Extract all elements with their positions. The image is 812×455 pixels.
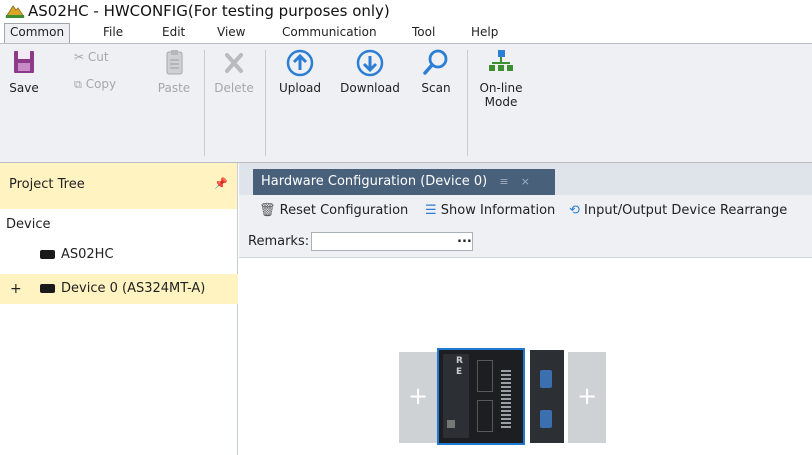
cpu-led-r: R	[456, 356, 463, 366]
list-icon: ☰	[425, 203, 437, 218]
delete-icon	[222, 53, 246, 81]
download-icon	[355, 49, 385, 81]
remarks-input[interactable]	[311, 232, 473, 251]
add-module-right-button[interactable]: +	[568, 352, 606, 443]
tree-item-device0[interactable]: + Device 0 (AS324MT-A)	[0, 274, 238, 304]
online-mode-button[interactable]: On-line Mode	[472, 48, 530, 109]
save-button[interactable]: Save	[6, 48, 42, 95]
rearrange-button[interactable]: ⟲ Input/Output Device Rearrange	[569, 203, 787, 218]
rearrange-label: Input/Output Device Rearrange	[584, 203, 788, 218]
tab-pin-icon[interactable]: ≡	[499, 175, 508, 188]
tab-close-icon[interactable]: ×	[521, 175, 530, 188]
delete-button[interactable]: Delete	[210, 48, 258, 95]
ribbon-separator	[467, 50, 468, 156]
trash-icon: 🗑	[259, 203, 276, 218]
tab-title: Hardware Configuration (Device 0)	[261, 174, 488, 189]
tree-item-label: AS02HC	[61, 247, 114, 262]
cpu-terminal-block	[501, 370, 511, 428]
serial-port-icon	[540, 410, 552, 428]
copy-icon: ⧉	[74, 78, 82, 91]
project-tree-header: Project Tree 📌	[0, 163, 237, 209]
add-module-left-button[interactable]: +	[399, 352, 437, 443]
document-toolbar: 🗑 Reset Configuration ☰ Show Information…	[239, 195, 812, 227]
upload-button[interactable]: Upload	[272, 48, 328, 95]
scan-icon	[421, 49, 451, 81]
download-label: Download	[340, 81, 400, 95]
save-label: Save	[9, 81, 39, 95]
show-information-label: Show Information	[440, 203, 556, 218]
project-tree-panel: Project Tree 📌 Device AS02HC + Device 0 …	[0, 163, 238, 455]
cpu-connector-top	[477, 360, 493, 392]
remarks-label: Remarks:	[248, 234, 310, 249]
tree-item-label: Device 0 (AS324MT-A)	[61, 281, 206, 296]
menu-view[interactable]: View	[217, 24, 245, 41]
project-tree-title: Project Tree	[9, 177, 85, 192]
scan-label: Scan	[421, 81, 451, 95]
document-tab-strip: Hardware Configuration (Device 0) ≡ ×	[239, 163, 812, 195]
document-area: Hardware Configuration (Device 0) ≡ × 🗑 …	[239, 163, 812, 455]
menu-help[interactable]: Help	[471, 24, 498, 41]
tree-root-device[interactable]: Device	[6, 217, 50, 232]
download-button[interactable]: Download	[334, 48, 406, 95]
upload-label: Upload	[278, 81, 322, 95]
paste-icon	[162, 50, 186, 81]
menu-file[interactable]: File	[103, 24, 123, 41]
title-bar: AS02HC - HWCONFIG(For testing purposes o…	[0, 0, 812, 22]
remarks-browse-button[interactable]: ...	[457, 231, 472, 246]
scan-button[interactable]: Scan	[412, 48, 460, 95]
menu-tool[interactable]: Tool	[412, 24, 435, 41]
menu-common[interactable]: Common	[4, 23, 71, 44]
comm-module[interactable]	[530, 350, 564, 443]
upload-icon	[285, 49, 315, 81]
ribbon-separator	[204, 50, 205, 156]
ribbon-separator	[265, 50, 266, 156]
delete-label: Delete	[214, 81, 254, 95]
cpu-module[interactable]: R E	[437, 348, 525, 445]
ribbon-toolbar: Save ✂ Cut ⧉ Copy Paste Delete Upload Do…	[0, 43, 812, 163]
window-title: AS02HC - HWCONFIG(For testing purposes o…	[28, 2, 390, 20]
app-icon	[5, 3, 25, 22]
online-mode-label-1: On-line	[479, 81, 523, 95]
menu-bar: Common File Edit View Communication Tool…	[0, 22, 812, 44]
paste-button[interactable]: Paste	[150, 48, 198, 95]
cpu-connector-bottom	[477, 400, 493, 432]
copy-button[interactable]: ⧉ Copy	[74, 77, 130, 92]
copy-label: Copy	[85, 77, 117, 91]
reset-configuration-label: Reset Configuration	[279, 203, 409, 218]
cut-icon: ✂	[74, 50, 85, 64]
reset-configuration-button[interactable]: 🗑 Reset Configuration	[259, 203, 408, 218]
remarks-row: Remarks: ...	[239, 227, 812, 258]
tree-item-as02hc[interactable]: AS02HC	[0, 240, 238, 270]
menu-communication[interactable]: Communication	[282, 24, 377, 41]
folder-icon	[40, 284, 55, 293]
tab-hardware-configuration[interactable]: Hardware Configuration (Device 0) ≡ ×	[253, 169, 555, 195]
cut-button[interactable]: ✂ Cut	[74, 50, 130, 64]
pin-icon[interactable]: 📌	[214, 177, 228, 190]
online-mode-icon	[486, 50, 516, 81]
folder-icon	[40, 250, 55, 259]
online-mode-label-2: Mode	[484, 95, 518, 109]
hardware-canvas: + R E +	[239, 258, 812, 455]
cut-label: Cut	[87, 50, 109, 64]
menu-edit[interactable]: Edit	[162, 24, 185, 41]
expand-icon[interactable]: +	[10, 274, 22, 304]
cpu-led-e: E	[456, 367, 463, 377]
paste-label: Paste	[157, 81, 191, 95]
save-icon	[11, 51, 37, 81]
rearrange-icon: ⟲	[569, 203, 580, 218]
cpu-port	[447, 420, 455, 428]
serial-port-icon	[540, 370, 552, 388]
show-information-button[interactable]: ☰ Show Information	[425, 203, 555, 218]
